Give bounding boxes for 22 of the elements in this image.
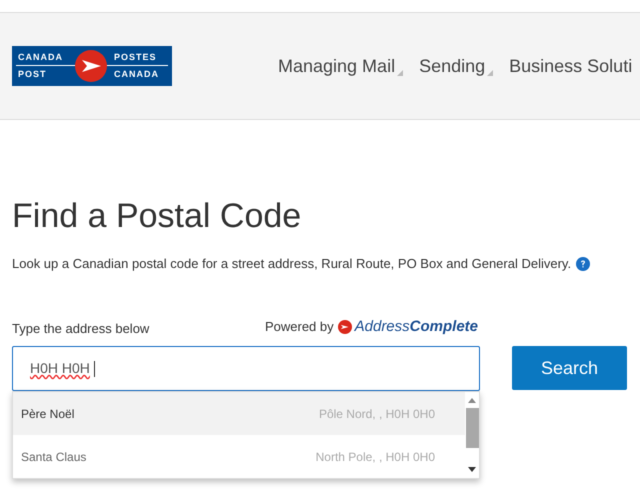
logo-text: POST <box>18 70 47 79</box>
logo-text: CANADA <box>114 70 159 79</box>
logo-text: CANADA <box>18 53 63 62</box>
nav-link[interactable]: Sending <box>419 52 494 80</box>
powered-by-text: Powered by <box>264 318 334 336</box>
logo-text: POSTES <box>114 53 157 62</box>
suggestion-item[interactable]: Père Noël Pôle Nord, , H0H 0H0 <box>13 392 465 435</box>
nav-link[interactable]: Managing Mail <box>278 52 404 80</box>
suggestion-item[interactable]: Santa Claus North Pole, , H0H 0H0 <box>13 435 465 478</box>
nav-link[interactable]: Business Soluti <box>509 52 632 80</box>
scroll-down-icon[interactable] <box>468 467 476 472</box>
scroll-up-icon[interactable] <box>468 398 476 403</box>
address-field[interactable]: H0H H0H <box>12 346 480 391</box>
logo[interactable]: CANADA POSTES POST CANADA <box>12 46 172 86</box>
caret-icon <box>397 70 404 76</box>
caret-icon <box>487 70 494 76</box>
search-button[interactable]: Search <box>512 346 627 390</box>
field-label: Type the address below <box>12 320 150 338</box>
page-title: Find a Postal Code <box>12 196 302 236</box>
address-complete-logo: AddressComplete <box>338 316 478 338</box>
page-description: Look up a Canadian postal code for a street address, Rural Route, PO Box and General Delivery. <box>12 255 572 273</box>
help-icon[interactable] <box>576 256 590 271</box>
